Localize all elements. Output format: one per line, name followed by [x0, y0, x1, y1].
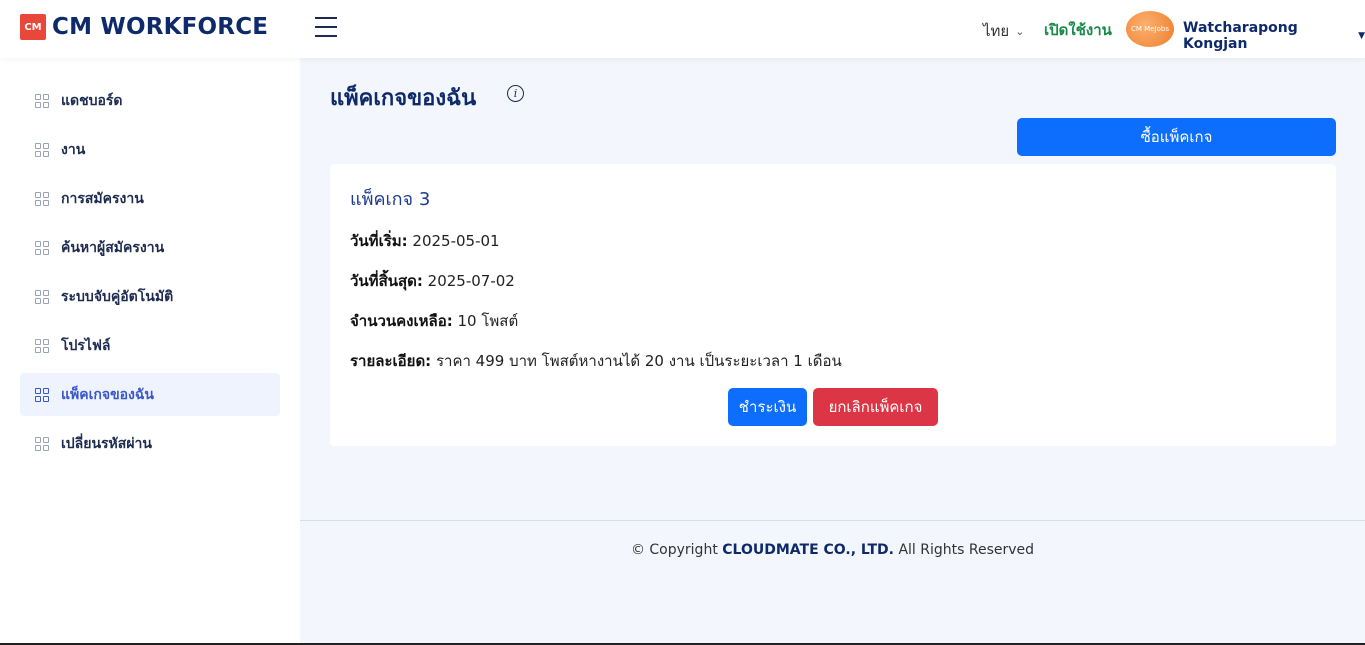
sidebar-item-search-applicants[interactable]: ค้นหาผู้สมัครงาน [20, 226, 280, 269]
grid-icon [35, 338, 49, 353]
account-status: เปิดใช้งาน [1044, 21, 1112, 39]
remaining-row: จำนวนคงเหลือ: 10 โพสต์ [350, 309, 518, 333]
sidebar-item-label: งาน [61, 141, 86, 158]
sidebar-item-label: ระบบจับคู่อัตโนมัติ [61, 288, 174, 305]
grid-icon [35, 387, 49, 402]
sidebar-item-my-package[interactable]: แพ็คเกจของฉัน [20, 373, 280, 416]
company-name: CLOUDMATE CO., LTD. [722, 542, 894, 558]
detail-row: รายละเอียด: ราคา 499 บาท โพสต์หางานได้ 2… [350, 349, 842, 373]
detail-value: ราคา 499 บาท โพสต์หางานได้ 20 งาน เป็นระ… [435, 352, 842, 370]
grid-icon [35, 93, 49, 108]
language-label: ไทย [983, 22, 1010, 40]
logo[interactable]: CM CM WORKFORCE [20, 14, 268, 40]
end-date-label: วันที่สิ้นสุด: [350, 272, 423, 290]
sidebar-item-applications[interactable]: การสมัครงาน [20, 177, 280, 220]
package-card: แพ็คเกจ 3 วันที่เริ่ม: 2025-05-01 วันที่… [330, 164, 1336, 446]
menu-toggle-icon[interactable] [315, 17, 337, 37]
sidebar-item-label: แพ็คเกจของฉัน [61, 386, 155, 403]
end-date-row: วันที่สิ้นสุด: 2025-07-02 [350, 269, 515, 293]
avatar[interactable]: CM MeJobs [1126, 11, 1174, 47]
sidebar-item-label: แดชบอร์ด [61, 92, 123, 109]
copyright-prefix: © Copyright [630, 542, 718, 558]
detail-label: รายละเอียด: [350, 352, 432, 370]
info-icon[interactable]: i [507, 85, 524, 102]
grid-icon [35, 142, 49, 157]
end-date-value: 2025-07-02 [427, 272, 515, 290]
buy-package-button[interactable]: ซื้อแพ็คเกจ [1017, 118, 1336, 156]
remaining-label: จำนวนคงเหลือ: [350, 312, 453, 330]
remaining-value: 10 โพสต์ [457, 312, 519, 330]
sidebar-item-label: โปรไฟล์ [61, 337, 111, 354]
copyright-suffix: All Rights Reserved [898, 542, 1035, 558]
chevron-down-icon: ⌄ [1015, 24, 1025, 38]
sidebar: แดชบอร์ด งาน การสมัครงาน ค้นหาผู้สมัครงา… [0, 58, 300, 645]
page-title: แพ็คเกจของฉัน [330, 86, 477, 111]
sidebar-item-auto-matching[interactable]: ระบบจับคู่อัตโนมัติ [20, 275, 280, 318]
package-name: แพ็คเกจ 3 [350, 189, 431, 210]
start-date-value: 2025-05-01 [412, 232, 500, 250]
logo-badge: CM [20, 14, 46, 40]
top-navbar: CM CM WORKFORCE ไทย ⌄ เปิดใช้งาน CM MeJo… [0, 0, 1365, 58]
cancel-package-button[interactable]: ยกเลิกแพ็คเกจ [813, 388, 938, 426]
footer-divider [300, 520, 1365, 521]
grid-icon [35, 240, 49, 255]
footer: © Copyright CLOUDMATE CO., LTD. All Righ… [300, 542, 1365, 558]
pay-button[interactable]: ชำระเงิน [728, 388, 807, 426]
sidebar-item-dashboard[interactable]: แดชบอร์ด [20, 79, 280, 122]
sidebar-item-label: ค้นหาผู้สมัครงาน [61, 239, 165, 256]
sidebar-item-profile[interactable]: โปรไฟล์ [20, 324, 280, 367]
grid-icon [35, 436, 49, 451]
user-menu[interactable]: Watcharapong Kongjan ▼ [1183, 20, 1365, 52]
username: Watcharapong Kongjan [1183, 20, 1298, 52]
start-date-label: วันที่เริ่ม: [350, 232, 408, 250]
sidebar-item-change-password[interactable]: เปลี่ยนรหัสผ่าน [20, 422, 280, 465]
caret-down-icon: ▼ [1358, 31, 1365, 41]
grid-icon [35, 191, 49, 206]
sidebar-item-jobs[interactable]: งาน [20, 128, 280, 171]
sidebar-item-label: เปลี่ยนรหัสผ่าน [61, 435, 152, 452]
language-selector[interactable]: ไทย ⌄ [983, 19, 1024, 43]
start-date-row: วันที่เริ่ม: 2025-05-01 [350, 229, 500, 253]
sidebar-item-label: การสมัครงาน [61, 190, 144, 207]
grid-icon [35, 289, 49, 304]
logo-text: CM WORKFORCE [52, 14, 269, 40]
